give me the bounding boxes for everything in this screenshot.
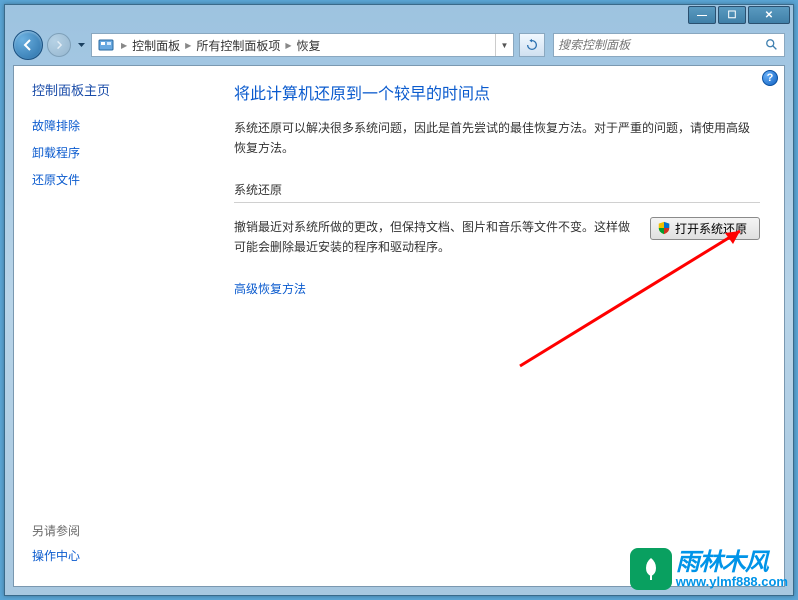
sidebar-link-action-center[interactable]: 操作中心 <box>32 547 80 564</box>
app-window: — ☐ ✕ ▶ 控制面板 ▶ 所有控制面板项 ▶ 恢复 ▼ <box>4 4 794 596</box>
help-icon[interactable]: ? <box>762 70 778 86</box>
search-box[interactable] <box>553 33 785 57</box>
sidebar-title: 控制面板主页 <box>32 80 202 99</box>
titlebar: — ☐ ✕ <box>5 5 793 25</box>
breadcrumb-all-items[interactable]: 所有控制面板项 <box>192 34 284 56</box>
nav-forward-button <box>47 33 71 57</box>
breadcrumb-control-panel[interactable]: 控制面板 <box>128 34 184 56</box>
maximize-button[interactable]: ☐ <box>718 6 746 24</box>
address-bar[interactable]: ▶ 控制面板 ▶ 所有控制面板项 ▶ 恢复 ▼ <box>91 33 514 57</box>
breadcrumb-separator: ▶ <box>284 41 292 50</box>
main-panel: ? 将此计算机还原到一个较早的时间点 系统还原可以解决很多系统问题，因此是首先尝… <box>210 66 784 586</box>
address-dropdown[interactable]: ▼ <box>495 34 513 56</box>
close-button[interactable]: ✕ <box>748 6 790 24</box>
advanced-recovery-link[interactable]: 高级恢复方法 <box>234 280 760 297</box>
arrow-left-icon <box>21 38 35 52</box>
content-area: 控制面板主页 故障排除 卸载程序 还原文件 另请参阅 操作中心 ? 将此计算机还… <box>13 65 785 587</box>
control-panel-icon <box>96 35 116 55</box>
sidebar: 控制面板主页 故障排除 卸载程序 还原文件 另请参阅 操作中心 <box>14 66 210 586</box>
sidebar-link-troubleshoot[interactable]: 故障排除 <box>32 117 202 134</box>
nav-back-button[interactable] <box>13 30 43 60</box>
restore-description: 撤销最近对系统所做的更改，但保持文档、图片和音乐等文件不变。这样做可能会删除最近… <box>234 217 634 258</box>
section-title: 系统还原 <box>234 181 760 203</box>
refresh-button[interactable] <box>519 33 545 57</box>
chevron-down-icon <box>78 43 85 48</box>
page-heading: 将此计算机还原到一个较早的时间点 <box>234 80 760 104</box>
nav-history-dropdown[interactable] <box>75 30 87 60</box>
toolbar: ▶ 控制面板 ▶ 所有控制面板项 ▶ 恢复 ▼ <box>13 29 785 61</box>
uac-shield-icon <box>657 221 671 235</box>
sidebar-link-restore-files[interactable]: 还原文件 <box>32 171 202 188</box>
restore-row: 撤销最近对系统所做的更改，但保持文档、图片和音乐等文件不变。这样做可能会删除最近… <box>234 217 760 258</box>
open-system-restore-button[interactable]: 打开系统还原 <box>650 217 760 240</box>
sidebar-link-uninstall[interactable]: 卸载程序 <box>32 144 202 161</box>
page-description: 系统还原可以解决很多系统问题，因此是首先尝试的最佳恢复方法。对于严重的问题，请使… <box>234 118 760 159</box>
sidebar-bottom: 另请参阅 操作中心 <box>32 522 80 574</box>
minimize-button[interactable]: — <box>688 6 716 24</box>
arrow-right-icon <box>54 40 64 50</box>
breadcrumb-separator: ▶ <box>184 41 192 50</box>
search-input[interactable] <box>558 38 764 52</box>
breadcrumb-recovery[interactable]: 恢复 <box>293 34 325 56</box>
refresh-icon <box>525 38 539 52</box>
search-icon[interactable] <box>764 37 780 53</box>
see-also-label: 另请参阅 <box>32 522 80 539</box>
restore-button-label: 打开系统还原 <box>675 220 747 237</box>
breadcrumb-separator: ▶ <box>120 41 128 50</box>
